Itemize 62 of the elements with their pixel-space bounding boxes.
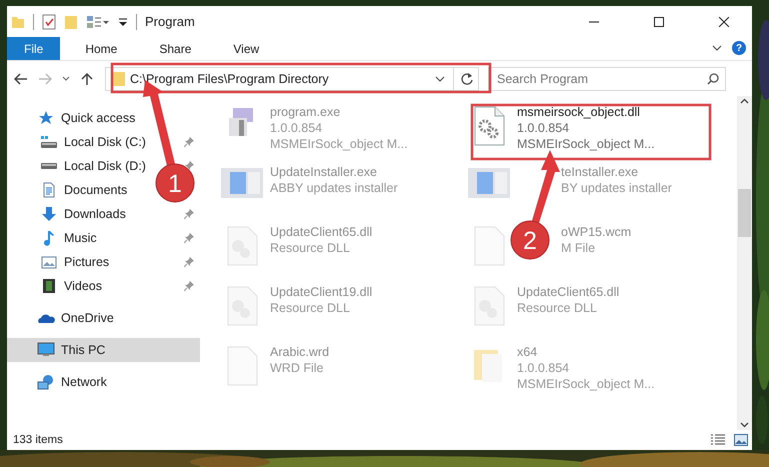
back-arrow-icon[interactable]	[14, 72, 28, 84]
maximize-icon[interactable]	[654, 16, 664, 26]
file-name[interactable]: msmeirsock_object.dll	[517, 104, 655, 120]
large-icons-view-icon[interactable]	[734, 434, 748, 446]
film-icon	[40, 278, 58, 294]
ribbon-tab[interactable]: File	[7, 37, 60, 60]
scroll-up-icon[interactable]	[740, 98, 749, 104]
file-detail: BY updates installer	[561, 180, 672, 196]
nav-item[interactable]: Local Disk (C:)	[64, 135, 146, 149]
file-detail: Resource DLL	[270, 240, 351, 256]
close-icon[interactable]	[718, 16, 728, 26]
nav-item[interactable]: Music	[64, 231, 97, 245]
file-detail: M File	[561, 240, 596, 256]
properties-icon[interactable]	[42, 14, 56, 30]
scroll-thumb[interactable]	[738, 189, 751, 237]
network-icon	[37, 374, 55, 390]
ribbon-tab[interactable]: Home	[70, 37, 134, 60]
window-title: Program	[145, 14, 196, 29]
up-arrow-icon[interactable]	[81, 72, 93, 86]
details-view-icon[interactable]	[710, 434, 726, 446]
customize-caret-icon[interactable]	[118, 16, 128, 26]
file-detail: 1.0.0.854	[270, 120, 324, 136]
expand-caret-icon[interactable]	[712, 45, 722, 53]
file-detail: ABBY updates installer	[270, 180, 398, 196]
download-icon	[40, 206, 58, 222]
file-detail: Resource DLL	[270, 300, 351, 316]
star-icon	[37, 110, 55, 126]
file-detail: 1.0.0.854	[517, 120, 570, 136]
file-detail: WRD File	[270, 360, 324, 376]
step-badge: 1	[156, 164, 194, 202]
recent-caret-icon[interactable]	[62, 76, 70, 82]
nav-item[interactable]: Documents	[64, 183, 128, 197]
file-detail: MSMEIrSock_object M...	[517, 376, 655, 392]
address-bar[interactable]: C:\Program Files\Program Directory	[105, 66, 479, 90]
picture-icon	[40, 254, 58, 270]
file-detail: 1.0.0.854	[517, 360, 570, 376]
ribbon-tab[interactable]: Share	[144, 37, 208, 60]
nav-item[interactable]: Quick access	[61, 111, 136, 125]
file-detail: Resource DLL	[517, 300, 598, 316]
dropdown-caret-icon[interactable]	[435, 76, 445, 82]
drive-icon	[40, 163, 58, 169]
monitor-icon	[37, 342, 55, 358]
file-detail: MSMEIrSock_object M...	[517, 136, 655, 152]
file-detail: MSMEIrSock_object M...	[270, 136, 408, 152]
view-options-icon[interactable]	[86, 14, 110, 28]
nav-item[interactable]: Videos	[64, 279, 102, 293]
nav-item[interactable]: This PC	[7, 338, 200, 362]
folder-icon	[112, 70, 126, 86]
scrollbar[interactable]	[737, 96, 752, 430]
nav-item[interactable]: Downloads	[64, 207, 126, 221]
nav-item[interactable]: Local Disk (D:)	[64, 159, 146, 173]
scroll-down-icon[interactable]	[740, 422, 749, 428]
drive-icon	[40, 134, 58, 150]
nav-item[interactable]: Network	[61, 375, 107, 389]
nav-item[interactable]: Pictures	[64, 255, 110, 269]
step-badge: 2	[510, 220, 550, 260]
help-button[interactable]: ?	[732, 41, 746, 55]
search-field[interactable]: Search Program	[488, 66, 726, 90]
ribbon-tab[interactable]: View	[218, 37, 276, 60]
item-count: 133 items	[13, 434, 63, 446]
nav-item[interactable]: OneDrive	[61, 311, 114, 325]
search-icon	[707, 72, 719, 84]
